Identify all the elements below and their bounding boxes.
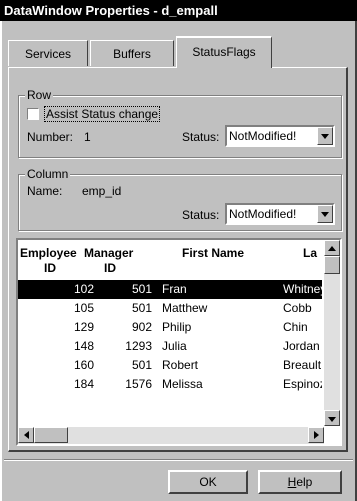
column-name-value: emp_id [82,184,122,198]
tab-statusflags[interactable]: StatusFlags [176,36,272,68]
header-employee-id[interactable]: Employee ID [20,246,77,276]
cell-first-name: Melissa [162,377,203,391]
table-row[interactable]: 129 902 Philip Chin [18,318,322,337]
row-group-legend: Row [25,88,54,102]
cell-employee-id: 129 [73,320,94,334]
header-employee-id-line1: Employee [20,246,77,260]
arrow-up-icon [328,246,336,251]
table-row[interactable]: 160 501 Robert Breault [18,356,322,375]
cell-last-name: Espinoza [283,377,322,391]
header-employee-id-line2: ID [44,261,56,275]
cell-first-name: Julia [162,339,187,353]
window-frame-left [0,21,2,501]
cell-last-name: Jordan [283,339,320,353]
cell-last-name: Cobb [283,301,312,315]
chevron-down-icon [321,212,329,217]
header-manager-id-line2: ID [104,261,116,275]
column-status-dropdown[interactable]: NotModified! [225,203,335,225]
cell-employee-id: 102 [73,282,94,296]
cell-manager-id: 501 [131,282,152,296]
header-manager-id[interactable]: Manager ID [84,246,133,276]
chevron-down-icon [321,134,329,139]
column-status-dropdown-button[interactable] [317,205,333,223]
vertical-scrollbar[interactable] [324,240,340,426]
row-status-dropdown[interactable]: NotModified! [225,125,335,147]
cell-employee-id: 148 [73,339,94,353]
vertical-scroll-thumb[interactable] [324,256,340,274]
ok-button[interactable]: OK [168,470,248,494]
help-button[interactable]: Help [258,470,342,494]
cell-last-name: Whitney [283,282,322,296]
column-group-legend: Column [25,167,71,181]
column-name-label: Name: [27,184,63,198]
employee-datawindow[interactable]: Employee ID Manager ID First Name La 102… [16,238,342,446]
header-first-name[interactable]: First Name [182,246,244,261]
cell-manager-id: 1576 [125,377,152,391]
window-title: DataWindow Properties - d_empall [0,0,357,21]
assist-status-label[interactable]: Assist Status change [44,106,161,122]
column-status-value: NotModified! [229,207,297,221]
row-status-dropdown-button[interactable] [317,127,333,145]
separator-highlight [4,460,353,461]
cell-employee-id: 160 [73,358,94,372]
table-row[interactable]: 148 1293 Julia Jordan [18,337,322,356]
table-row[interactable]: 105 501 Matthew Cobb [18,299,322,318]
header-last-name[interactable]: La [303,246,317,261]
scroll-right-button[interactable] [308,427,324,443]
cell-employee-id: 184 [73,377,94,391]
arrow-right-icon [314,431,319,439]
horizontal-scrollbar[interactable] [18,427,324,444]
tab-buffers[interactable]: Buffers [90,40,174,66]
arrow-left-icon [24,431,29,439]
row-number-label: Number: [27,130,74,144]
cell-manager-id: 501 [131,301,152,315]
column-status-label: Status: [182,208,220,222]
cell-first-name: Fran [162,282,187,296]
table-row[interactable]: 184 1576 Melissa Espinoza [18,375,322,394]
cell-first-name: Robert [162,358,199,372]
scroll-down-button[interactable] [324,410,340,426]
cell-employee-id: 105 [73,301,94,315]
assist-status-checkbox[interactable] [27,108,39,120]
scroll-left-button[interactable] [18,427,34,443]
row-status-label: Status: [182,130,220,144]
tab-services[interactable]: Services [8,40,88,66]
row-status-value: NotModified! [229,129,297,143]
horizontal-scroll-thumb[interactable] [34,427,68,443]
help-button-label: Help [287,475,313,489]
arrow-down-icon [328,417,336,422]
cell-last-name: Chin [283,320,308,334]
scroll-up-button[interactable] [324,240,340,256]
cell-first-name: Philip [162,320,192,334]
table-row[interactable]: 102 501 Fran Whitney [18,280,322,299]
row-number-value: 1 [84,130,91,144]
cell-manager-id: 902 [131,320,152,334]
cell-manager-id: 501 [131,358,152,372]
cell-last-name: Breault [283,358,322,372]
cell-manager-id: 1293 [125,339,152,353]
cell-first-name: Matthew [162,301,208,315]
header-manager-id-line1: Manager [84,246,134,260]
